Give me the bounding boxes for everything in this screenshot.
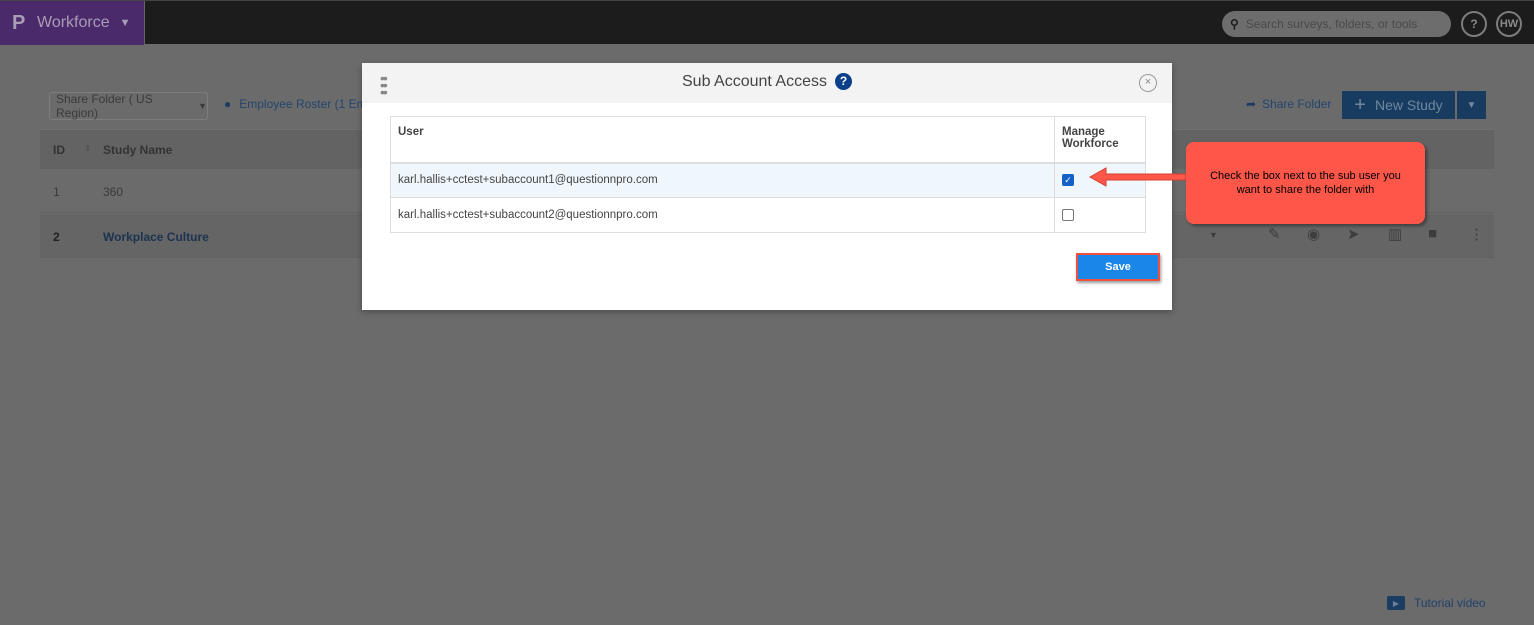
edit-icon[interactable]: ✎ [1268,225,1281,243]
save-button[interactable]: Save [1076,253,1160,281]
table-row: karl.hallis+cctest+subaccount2@questionn… [390,197,1146,233]
tutorial-video-link[interactable]: ▶ Tutorial video [1387,596,1486,610]
user-email: karl.hallis+cctest+subaccount1@questionn… [390,162,1055,198]
delete-icon[interactable]: ■ [1428,225,1437,242]
employee-roster-link[interactable]: ● Employee Roster (1 Emp [224,97,373,111]
avatar[interactable]: HW [1496,11,1522,37]
employee-roster-label: Employee Roster (1 Emp [239,97,374,111]
search-input[interactable]: ⚲ Search surveys, folders, or tools [1222,11,1451,37]
row-id: 2 [53,230,60,244]
chevron-down-icon: ▼ [119,17,131,29]
person-icon: ● [224,97,232,111]
send-icon[interactable]: ➤ [1347,225,1360,243]
help-icon[interactable]: ? [834,73,852,90]
logo: P [12,11,26,34]
instruction-callout: Check the box next to the sub user you w… [1186,142,1425,224]
dialog-header: •• •• •• Sub Account Access? × [362,63,1172,103]
sort-icon[interactable]: ⬍ [84,143,92,154]
callout-arrow-icon [1088,167,1187,187]
column-manage-workforce: Manage Workforce [1054,116,1146,164]
user-email: karl.hallis+cctest+subaccount2@questionn… [390,197,1055,233]
product-switcher[interactable]: P Workforce ▼ [0,1,145,45]
search-icon: ⚲ [1230,17,1239,31]
sub-account-table: User Manage Workforce karl.hallis+cctest+… [390,116,1146,233]
new-study-label: New Study [1374,97,1443,113]
folder-select[interactable]: Share Folder ( US Region) ▼ [49,92,208,120]
tutorial-label: Tutorial video [1414,596,1486,610]
share-folder-label: Share Folder [1262,97,1332,111]
preview-icon[interactable]: ◉ [1307,225,1320,243]
top-bar: P Workforce ▼ ⚲ Search surveys, folders,… [0,0,1534,45]
new-study-button[interactable]: + New Study [1342,91,1455,119]
product-name: Workforce [37,14,110,31]
study-name[interactable]: 360 [103,185,123,199]
caret-down-icon[interactable]: ▼ [1209,230,1218,240]
study-name[interactable]: Workplace Culture [103,230,209,244]
plus-icon: + [1354,93,1366,116]
manage-workforce-checkbox[interactable]: ✓ [1062,174,1074,187]
share-icon: ➦ [1246,97,1257,111]
manage-workforce-checkbox[interactable] [1062,208,1074,221]
close-icon[interactable]: × [1139,74,1157,92]
row-id: 1 [53,185,60,199]
table-row: karl.hallis+cctest+subaccount1@questionn… [390,162,1146,198]
column-id[interactable]: ID [53,143,65,157]
column-user: User [390,116,1055,164]
play-icon: ▶ [1387,596,1405,610]
column-study-name[interactable]: Study Name [103,143,172,157]
sub-account-access-dialog: •• •• •• Sub Account Access? × User Manage … [362,63,1172,310]
folder-select-value: Share Folder ( US Region) [56,92,153,120]
search-placeholder: Search surveys, folders, or tools [1245,17,1418,31]
share-folder-link[interactable]: ➦ Share Folder [1246,97,1331,111]
dialog-title: Sub Account Access [682,73,827,90]
chevron-down-icon: ▼ [198,101,207,111]
more-icon[interactable]: ⋮ [1469,225,1484,243]
help-button[interactable]: ? [1461,11,1487,37]
new-study-dropdown[interactable]: ▼ [1457,91,1486,119]
reports-icon[interactable]: ▥ [1388,225,1402,243]
